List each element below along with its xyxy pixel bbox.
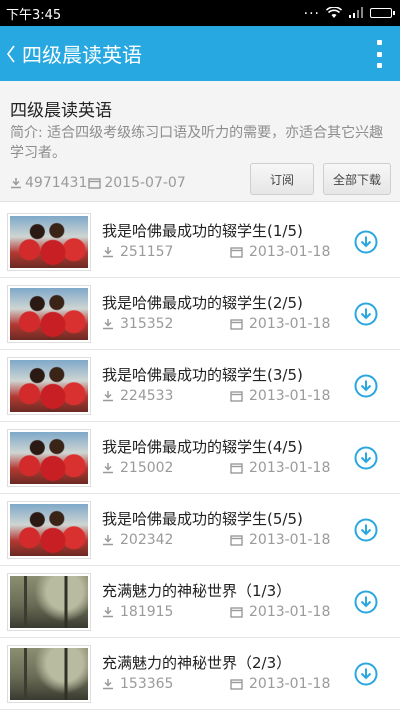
episode-download-count: 315352 xyxy=(120,316,174,332)
episode-title: 充满魅力的神秘世界（2/3） xyxy=(102,654,292,672)
album-download-count: 4971431 xyxy=(25,175,88,191)
episode-thumbnail xyxy=(7,501,91,559)
calendar-icon xyxy=(230,679,243,690)
episode-date-wrap: 2013-01-18 xyxy=(230,316,330,332)
album-header: 四级晨读英语 简介: 适合四级考级练习口语及听力的需要，亦适合其它兴趣学习者。 … xyxy=(0,81,400,202)
download-button-icon[interactable] xyxy=(354,446,378,470)
episode-title: 我是哈佛最成功的辍学生(5/5) xyxy=(102,510,303,528)
status-icons: ... xyxy=(304,3,395,19)
episode-download-count: 251157 xyxy=(120,244,174,260)
download-count-icon xyxy=(103,391,113,402)
episode-date: 2013-01-18 xyxy=(249,316,331,332)
list-item[interactable]: 我是哈佛最成功的辍学生(2/5) 315352 2013-01-18 xyxy=(0,278,400,350)
wifi-icon xyxy=(326,7,342,18)
list-item[interactable]: 我是哈佛最成功的辍学生(4/5) 215002 2013-01-18 xyxy=(0,422,400,494)
download-count-icon xyxy=(103,535,113,546)
calendar-icon xyxy=(230,535,243,546)
status-bar: 下午3:45 ... xyxy=(0,0,400,26)
battery-icon xyxy=(370,8,395,18)
list-item[interactable]: 充满魅力的神秘世界（2/3） 153365 2013-01-18 xyxy=(0,638,400,710)
episode-download-count: 202342 xyxy=(120,532,174,548)
subscribe-button[interactable]: 订阅 xyxy=(250,163,314,195)
calendar-icon xyxy=(230,607,243,618)
download-button-icon[interactable] xyxy=(354,374,378,398)
menu-dot-icon xyxy=(376,40,382,45)
download-button-icon[interactable] xyxy=(354,590,378,614)
list-item[interactable]: 我是哈佛最成功的辍学生(1/5) 251157 2013-01-18 xyxy=(0,206,400,278)
episode-thumbnail xyxy=(7,645,91,703)
episode-download-count: 224533 xyxy=(120,388,174,404)
episode-thumbnail xyxy=(7,429,91,487)
signal-icon xyxy=(349,7,363,18)
episode-date-wrap: 2013-01-18 xyxy=(230,388,330,404)
episode-download-count: 181915 xyxy=(120,604,174,620)
episode-download-count: 215002 xyxy=(120,460,174,476)
episode-title: 我是哈佛最成功的辍学生(3/5) xyxy=(102,366,303,384)
episode-downloads: 251157 xyxy=(102,244,173,260)
calendar-icon xyxy=(230,247,243,258)
episode-thumbnail xyxy=(7,573,91,631)
episode-downloads: 153365 xyxy=(102,676,173,692)
episode-title: 我是哈佛最成功的辍学生(2/5) xyxy=(102,294,303,312)
episode-thumbnail xyxy=(7,357,91,415)
menu-dot-icon xyxy=(376,63,382,68)
episode-date-wrap: 2013-01-18 xyxy=(230,532,330,548)
overflow-menu-button[interactable] xyxy=(374,40,384,68)
calendar-icon xyxy=(230,319,243,330)
episode-date-wrap: 2013-01-18 xyxy=(230,676,330,692)
chevron-left-icon xyxy=(7,45,15,62)
episode-date: 2013-01-18 xyxy=(249,532,331,548)
download-count-icon xyxy=(103,247,113,258)
episode-thumbnail xyxy=(7,213,91,271)
album-description: 简介: 适合四级考级练习口语及听力的需要，亦适合其它兴趣学习者。 xyxy=(10,125,384,161)
app-bar: 四级晨读英语 xyxy=(0,26,400,81)
episode-date-wrap: 2013-01-18 xyxy=(230,244,330,260)
episode-download-count: 153365 xyxy=(120,676,174,692)
episode-title: 充满魅力的神秘世界（1/3） xyxy=(102,582,292,600)
episode-title: 我是哈佛最成功的辍学生(1/5) xyxy=(102,222,303,240)
episode-thumbnail xyxy=(7,285,91,343)
download-count-icon xyxy=(11,178,21,189)
download-button-icon[interactable] xyxy=(354,230,378,254)
download-button-icon[interactable] xyxy=(354,518,378,542)
album-meta: 4971431 2015-07-07 xyxy=(10,175,186,191)
episode-downloads: 181915 xyxy=(102,604,173,620)
calendar-icon xyxy=(88,178,102,189)
list-item[interactable]: 我是哈佛最成功的辍学生(5/5) 202342 2013-01-18 xyxy=(0,494,400,566)
episode-date: 2013-01-18 xyxy=(249,604,331,620)
download-count-icon xyxy=(103,463,113,474)
album-date: 2015-07-07 xyxy=(104,175,186,191)
episode-downloads: 224533 xyxy=(102,388,173,404)
download-count-icon xyxy=(103,607,113,618)
episode-title: 我是哈佛最成功的辍学生(4/5) xyxy=(102,438,303,456)
calendar-icon xyxy=(230,391,243,402)
menu-dot-icon xyxy=(376,51,382,57)
download-all-button[interactable]: 全部下载 xyxy=(323,163,391,195)
episode-date-wrap: 2013-01-18 xyxy=(230,604,330,620)
back-button[interactable] xyxy=(0,26,22,81)
episode-list: 我是哈佛最成功的辍学生(1/5) 251157 2013-01-18 我是哈佛最… xyxy=(0,206,400,710)
list-item[interactable]: 充满魅力的神秘世界（1/3） 181915 2013-01-18 xyxy=(0,566,400,638)
calendar-icon xyxy=(230,463,243,474)
notification-dots: ... xyxy=(303,2,320,18)
status-time: 下午3:45 xyxy=(6,7,62,23)
episode-date-wrap: 2013-01-18 xyxy=(230,460,330,476)
page-title: 四级晨读英语 xyxy=(22,43,142,67)
episode-date: 2013-01-18 xyxy=(249,388,331,404)
album-title: 四级晨读英语 xyxy=(10,101,112,121)
list-item[interactable]: 我是哈佛最成功的辍学生(3/5) 224533 2013-01-18 xyxy=(0,350,400,422)
download-button-icon[interactable] xyxy=(354,662,378,686)
episode-date: 2013-01-18 xyxy=(249,244,331,260)
episode-downloads: 215002 xyxy=(102,460,173,476)
episode-date: 2013-01-18 xyxy=(249,460,331,476)
download-button-icon[interactable] xyxy=(354,302,378,326)
download-count-icon xyxy=(103,319,113,330)
episode-downloads: 202342 xyxy=(102,532,173,548)
episode-downloads: 315352 xyxy=(102,316,173,332)
download-count-icon xyxy=(103,679,113,690)
episode-date: 2013-01-18 xyxy=(249,676,331,692)
